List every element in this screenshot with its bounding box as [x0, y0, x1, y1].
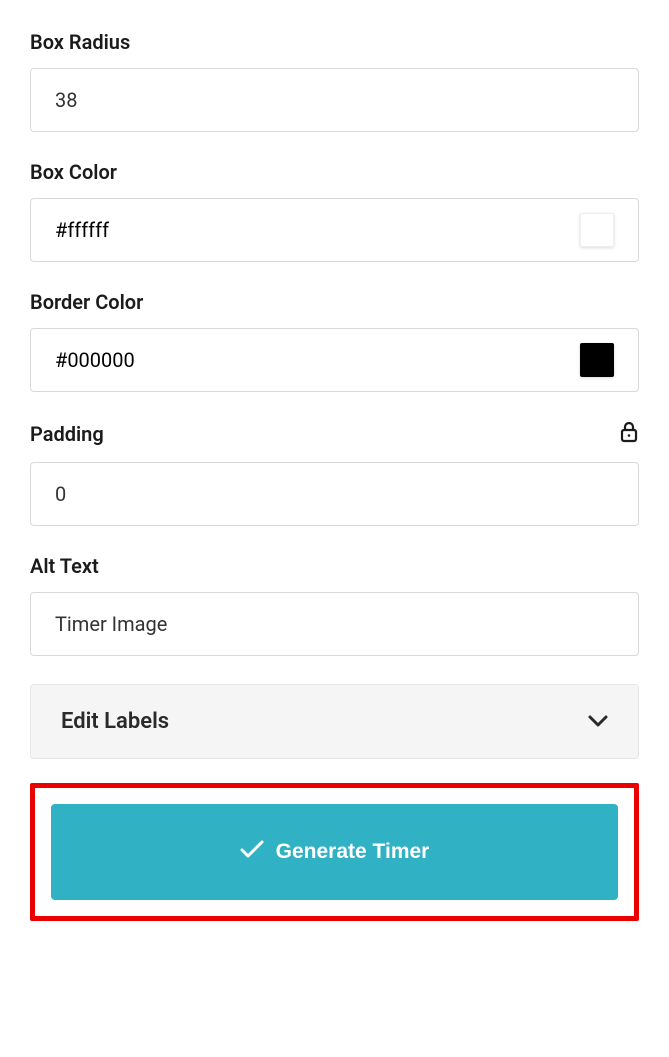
chevron-down-icon: [588, 712, 608, 731]
edit-labels-title: Edit Labels: [61, 709, 169, 734]
alt-text-label: Alt Text: [30, 554, 639, 578]
generate-highlight: Generate Timer: [30, 783, 639, 921]
box-radius-label: Box Radius: [30, 30, 639, 54]
padding-group: Padding: [30, 420, 639, 526]
edit-labels-collapse[interactable]: Edit Labels: [30, 684, 639, 759]
lock-icon[interactable]: [619, 420, 639, 448]
box-radius-input[interactable]: [30, 68, 639, 132]
alt-text-input[interactable]: [30, 592, 639, 656]
check-icon: [240, 839, 264, 865]
box-radius-group: Box Radius: [30, 30, 639, 132]
padding-label: Padding: [30, 422, 104, 446]
border-color-input[interactable]: [55, 348, 580, 372]
box-color-swatch[interactable]: [580, 213, 614, 247]
generate-timer-label: Generate Timer: [276, 840, 430, 864]
box-color-input[interactable]: [55, 218, 580, 242]
border-color-input-wrap: [30, 328, 639, 392]
border-color-group: Border Color: [30, 290, 639, 392]
generate-timer-button[interactable]: Generate Timer: [51, 804, 618, 900]
box-color-input-wrap: [30, 198, 639, 262]
border-color-label: Border Color: [30, 290, 639, 314]
box-color-label: Box Color: [30, 160, 639, 184]
padding-input[interactable]: [30, 462, 639, 526]
border-color-swatch[interactable]: [580, 343, 614, 377]
alt-text-group: Alt Text: [30, 554, 639, 656]
box-color-group: Box Color: [30, 160, 639, 262]
